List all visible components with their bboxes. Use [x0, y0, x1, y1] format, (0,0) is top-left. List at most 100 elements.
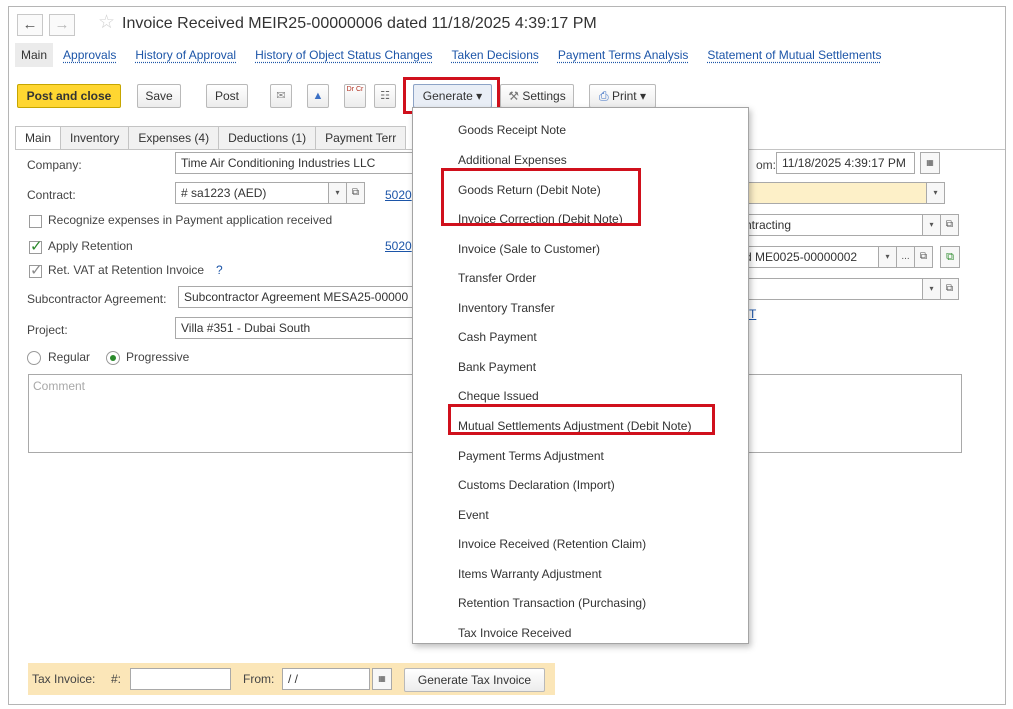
company-label: Company: — [27, 158, 82, 172]
menu-item-retention-transaction[interactable]: Retention Transaction (Purchasing) — [458, 596, 646, 610]
menu-item-payment-terms-adjustment[interactable]: Payment Terms Adjustment — [458, 449, 604, 463]
menu-item-retention-claim[interactable]: Invoice Received (Retention Claim) — [458, 537, 646, 551]
blank-select-field[interactable] — [739, 278, 923, 300]
tax-invoice-strip: Tax Invoice: #: From: / / ▦ Generate Tax… — [28, 663, 555, 695]
tax-invoice-calendar-button[interactable]: ▦ — [372, 668, 392, 690]
date-field[interactable]: 11/18/2025 4:39:17 PM — [776, 152, 915, 174]
contract-dropdown-button[interactable]: ▾ — [329, 182, 347, 204]
section-link-mutual-settlements[interactable]: Statement of Mutual Settlements — [707, 48, 881, 62]
chevron-down-icon: ▾ — [929, 220, 934, 229]
contracting-dropdown-button[interactable]: ▾ — [923, 214, 941, 236]
recognize-expenses-checkbox[interactable] — [29, 215, 42, 228]
me-dropdown-button[interactable]: ▾ — [879, 246, 897, 268]
debit-note-items-highlight — [441, 168, 641, 226]
tab-payment-terms[interactable]: Payment Terr — [316, 126, 407, 150]
notification-button[interactable]: ▲ — [307, 84, 329, 108]
print-label: Print ▾ — [611, 89, 646, 103]
menu-item-cheque-issued[interactable]: Cheque Issued — [458, 389, 539, 403]
add-document-icon: ⧉ — [946, 251, 954, 263]
ret-vat-checkbox[interactable] — [29, 261, 43, 279]
forward-button[interactable]: → — [49, 14, 75, 36]
blank-dropdown-button[interactable]: ▾ — [923, 278, 941, 300]
contract-label: Contract: — [27, 188, 76, 202]
menu-item-tax-invoice-received[interactable]: Tax Invoice Received — [458, 626, 571, 640]
regular-label: Regular — [48, 350, 91, 364]
tab-main[interactable]: Main — [15, 126, 62, 150]
menu-item-goods-receipt-note[interactable]: Goods Receipt Note — [458, 123, 566, 137]
page-title: Invoice Received MEIR25-00000006 dated 1… — [122, 15, 597, 32]
section-link-taken-decisions[interactable]: Taken Decisions — [452, 48, 539, 62]
section-link-history-approval[interactable]: History of Approval — [135, 48, 236, 62]
menu-item-transfer-order[interactable]: Transfer Order — [458, 271, 536, 285]
attachment-button[interactable]: ✉ — [270, 84, 292, 108]
menu-item-cash-payment[interactable]: Cash Payment — [458, 330, 537, 344]
structure-icon: ☷ — [380, 90, 390, 102]
project-field[interactable]: Villa #351 - Dubai South — [175, 317, 415, 339]
menu-item-invoice-sale[interactable]: Invoice (Sale to Customer) — [458, 242, 600, 256]
post-and-close-button[interactable]: Post and close — [17, 84, 121, 108]
chevron-down-icon: ▾ — [885, 252, 890, 261]
yellow-dropdown-button[interactable]: ▾ — [927, 182, 945, 204]
retention-link[interactable]: 5020 — [385, 239, 412, 253]
chevron-down-icon: ▾ — [933, 188, 938, 197]
tab-expenses[interactable]: Expenses (4) — [129, 126, 220, 150]
progressive-label: Progressive — [126, 350, 190, 364]
post-button[interactable]: Post — [206, 84, 248, 108]
progressive-radio[interactable] — [106, 351, 120, 365]
open-icon: ⧉ — [945, 219, 954, 230]
section-link-payment-terms[interactable]: Payment Terms Analysis — [558, 48, 689, 62]
section-link-status-changes[interactable]: History of Object Status Changes — [255, 48, 432, 62]
section-link-approvals[interactable]: Approvals — [63, 48, 116, 62]
menu-item-items-warranty-adjustment[interactable]: Items Warranty Adjustment — [458, 567, 602, 581]
arrow-left-icon: ← — [22, 16, 38, 33]
save-button[interactable]: Save — [137, 84, 181, 108]
date-from-label: om: — [756, 158, 777, 172]
printer-icon: ⎙ — [599, 89, 609, 103]
paperclip-icon: ✉ — [276, 90, 286, 102]
tab-deductions[interactable]: Deductions (1) — [219, 126, 317, 150]
structure-button[interactable]: ☷ — [374, 84, 396, 108]
debit-credit-button[interactable]: Dr Cr — [344, 84, 366, 108]
calendar-button[interactable]: ▦ — [920, 152, 940, 174]
back-button[interactable]: ← — [17, 14, 43, 36]
ret-vat-label: Ret. VAT at Retention Invoice — [48, 263, 205, 277]
tax-invoice-label: Tax Invoice: — [32, 672, 96, 686]
menu-item-event[interactable]: Event — [458, 508, 489, 522]
calendar-icon: ▦ — [926, 158, 934, 167]
contract-field[interactable]: # sa1223 (AED) — [175, 182, 329, 204]
apply-retention-checkbox[interactable] — [29, 237, 43, 255]
open-icon: ⧉ — [919, 251, 928, 262]
regular-radio[interactable] — [27, 351, 41, 365]
menu-item-bank-payment[interactable]: Bank Payment — [458, 360, 536, 374]
generate-tax-invoice-button[interactable]: Generate Tax Invoice — [404, 668, 545, 692]
arrow-right-icon: → — [54, 16, 70, 33]
section-link-main[interactable]: Main — [15, 43, 54, 67]
menu-item-customs-declaration[interactable]: Customs Declaration (Import) — [458, 478, 615, 492]
t-link[interactable]: T — [749, 307, 756, 321]
menu-item-inventory-transfer[interactable]: Inventory Transfer — [458, 301, 555, 315]
favorite-star-icon[interactable]: ☆ — [98, 11, 115, 34]
contracting-field[interactable]: ntracting — [739, 214, 923, 236]
me-add-button[interactable]: ⧉ — [940, 246, 960, 268]
yellow-field[interactable] — [739, 182, 927, 204]
subcontractor-agreement-field[interactable]: Subcontractor Agreement MESA25-00000 — [178, 286, 415, 308]
blank-open-button[interactable]: ⧉ — [941, 278, 959, 300]
me-open-button[interactable]: ⧉ — [915, 246, 933, 268]
me-document-field[interactable]: d ME0025-00000002 — [739, 246, 879, 268]
settings-button[interactable]: ⚒ Settings — [500, 84, 574, 108]
company-field[interactable]: Time Air Conditioning Industries LLC — [175, 152, 415, 174]
tax-invoice-number-field[interactable] — [130, 668, 231, 690]
chevron-down-icon: ▾ — [929, 284, 934, 293]
subcontractor-agreement-label: Subcontractor Agreement: — [27, 292, 167, 306]
menu-item-additional-expenses[interactable]: Additional Expenses — [458, 153, 567, 167]
me-select-button[interactable]: ... — [897, 246, 915, 268]
contract-open-button[interactable]: ⧉ — [347, 182, 365, 204]
document-window: ← → ☆ Invoice Received MEIR25-00000006 d… — [8, 6, 1006, 705]
tax-invoice-date-field[interactable]: / / — [282, 668, 370, 690]
tab-inventory[interactable]: Inventory — [61, 126, 130, 150]
ret-vat-help-icon[interactable]: ? — [216, 263, 223, 277]
print-button[interactable]: ⎙ Print ▾ — [589, 84, 656, 108]
contract-link[interactable]: 5020 — [385, 188, 412, 202]
contracting-open-button[interactable]: ⧉ — [941, 214, 959, 236]
settings-icon: ⚒ — [508, 89, 520, 103]
